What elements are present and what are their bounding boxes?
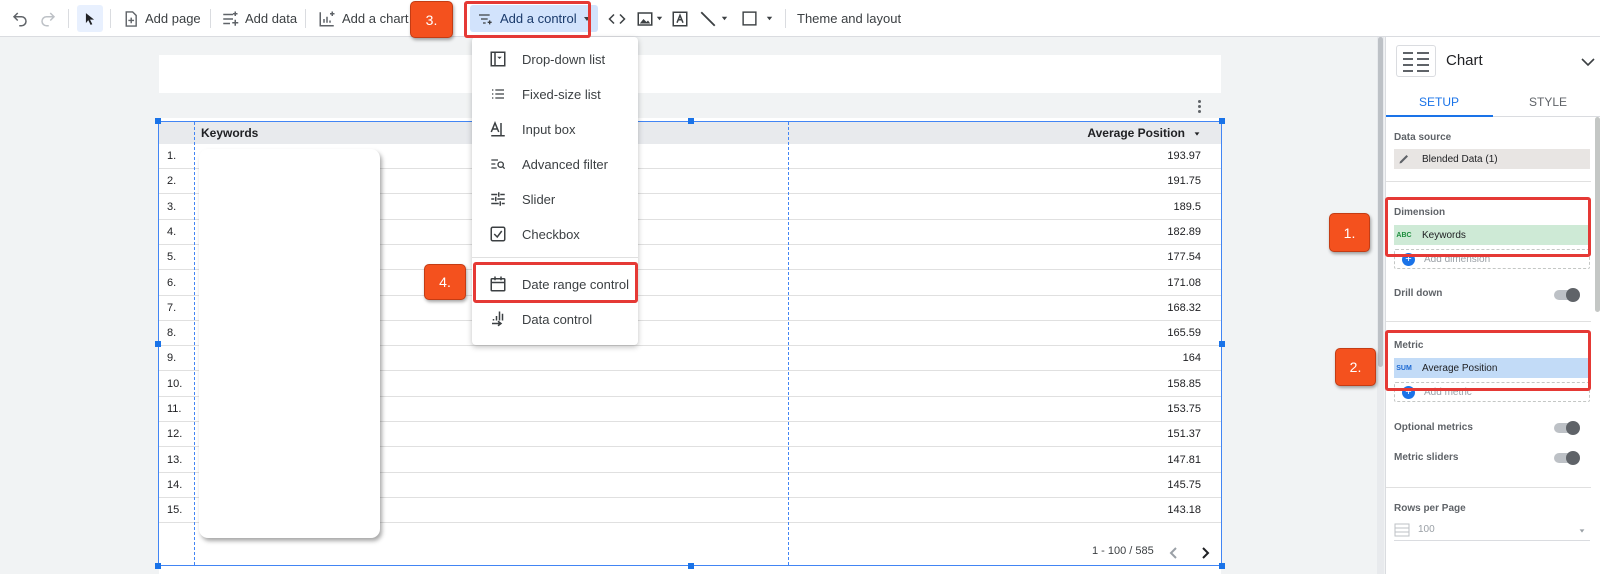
- input-box-icon: [490, 121, 505, 137]
- add-page-label: Add page: [145, 11, 201, 26]
- data-source-value: Blended Data (1): [1422, 153, 1498, 165]
- optional-metrics-toggle[interactable]: [1554, 421, 1580, 435]
- image-icon: [637, 11, 653, 26]
- menu-item-fixed-size-list[interactable]: Fixed-size list: [472, 79, 638, 109]
- menu-item-dropdown-list[interactable]: Drop-down list: [472, 44, 638, 74]
- add-chart-icon: [319, 11, 335, 26]
- menu-item-label: Drop-down list: [522, 51, 606, 67]
- text-box-icon: [672, 11, 688, 26]
- menu-item-label: Fixed-size list: [522, 86, 601, 102]
- add-data-label: Add data: [245, 11, 298, 26]
- line-icon: [700, 11, 716, 26]
- menu-item-label: Advanced filter: [522, 156, 608, 172]
- theme-layout-button[interactable]: Theme and layout: [797, 5, 901, 32]
- rows-per-page-select[interactable]: 100: [1394, 519, 1590, 541]
- menu-item-slider[interactable]: Slider: [472, 184, 638, 214]
- more-options-icon[interactable]: [1196, 100, 1202, 114]
- canvas-scrollbar[interactable]: [1378, 37, 1383, 367]
- callout-badge-3: 3.: [410, 1, 453, 38]
- toolbar: Add page Add data Add a chart Add a cont…: [0, 0, 1600, 37]
- panel-scrollbar[interactable]: [1595, 117, 1600, 312]
- fixed-list-icon: [492, 89, 504, 99]
- callout-badge-2: 2.: [1335, 348, 1376, 386]
- caret-down-icon: [656, 16, 663, 21]
- dropdown-list-icon: [490, 51, 506, 67]
- add-data-button[interactable]: Add data: [221, 5, 297, 32]
- image-button[interactable]: [636, 5, 664, 32]
- chart-header-bar: [159, 93, 1221, 118]
- caret-down-icon: [1579, 529, 1585, 533]
- menu-item-label: Slider: [522, 191, 556, 207]
- panel-title: Chart: [1446, 52, 1483, 69]
- slider-icon: [491, 192, 505, 206]
- rows-per-page-value: 100: [1418, 524, 1435, 535]
- advanced-filter-icon: [491, 159, 506, 170]
- data-control-icon: [492, 311, 504, 327]
- select-pointer-button[interactable]: [77, 5, 103, 32]
- metric-sliders-label: Metric sliders: [1394, 452, 1459, 463]
- shape-button[interactable]: [741, 5, 774, 32]
- theme-layout-label: Theme and layout: [797, 11, 902, 26]
- menu-item-input-box[interactable]: Input box: [472, 114, 638, 144]
- pointer-icon: [85, 12, 95, 25]
- caret-down-icon: [766, 16, 773, 21]
- caret-down-icon: [721, 16, 728, 21]
- menu-item-label: Input box: [522, 121, 576, 137]
- highlight-metric: [1385, 330, 1591, 391]
- table-icon: [1394, 523, 1410, 536]
- highlight-date-range: [473, 262, 638, 303]
- rows-per-page-label: Rows per Page: [1394, 503, 1466, 514]
- line-button[interactable]: [699, 5, 729, 32]
- add-chart-button[interactable]: Add a chart: [318, 5, 409, 32]
- panel-tabs: SETUP STYLE: [1386, 87, 1600, 117]
- pagination-text: 1 - 100 / 585: [1092, 545, 1154, 557]
- callout-badge-1: 1.: [1329, 213, 1370, 252]
- tab-setup[interactable]: SETUP: [1419, 95, 1459, 109]
- next-page-icon[interactable]: [1199, 546, 1211, 560]
- code-icon: [608, 13, 626, 24]
- highlight-dimension: [1385, 197, 1591, 257]
- redo-button[interactable]: [39, 5, 57, 32]
- table-chart-icon: [1396, 45, 1436, 77]
- properties-panel: Chart SETUP STYLE Data source Blended Da…: [1385, 37, 1600, 574]
- optional-metrics-label: Optional metrics: [1394, 422, 1473, 433]
- undo-button[interactable]: [11, 5, 29, 32]
- data-source-label: Data source: [1394, 132, 1452, 143]
- metric-sliders-toggle[interactable]: [1554, 451, 1580, 465]
- rectangle-icon: [742, 11, 757, 26]
- text-box-button[interactable]: [671, 5, 689, 32]
- add-page-button[interactable]: Add page: [122, 5, 201, 32]
- menu-item-label: Checkbox: [522, 226, 580, 242]
- drill-down-label: Drill down: [1394, 288, 1443, 299]
- chevron-down-icon[interactable]: [1581, 57, 1595, 67]
- add-chart-label: Add a chart: [342, 11, 409, 26]
- redacted-overlay: [199, 149, 380, 538]
- data-source-chip[interactable]: Blended Data (1): [1394, 149, 1590, 169]
- prev-page-icon[interactable]: [1168, 546, 1180, 560]
- add-data-icon: [223, 11, 239, 26]
- embed-url-button[interactable]: [607, 5, 627, 32]
- redo-icon: [41, 11, 56, 26]
- tab-style[interactable]: STYLE: [1529, 95, 1567, 109]
- menu-item-data-control[interactable]: Data control: [472, 304, 638, 334]
- undo-icon: [12, 11, 27, 26]
- menu-item-checkbox[interactable]: Checkbox: [472, 219, 638, 249]
- panel-header: Chart: [1386, 37, 1600, 87]
- menu-item-label: Data control: [522, 311, 593, 327]
- pencil-icon: [1399, 155, 1408, 164]
- add-page-icon: [125, 10, 137, 27]
- menu-item-advanced-filter[interactable]: Advanced filter: [472, 149, 638, 179]
- checkbox-icon: [490, 226, 506, 242]
- highlight-add-control: [464, 1, 591, 38]
- drill-down-toggle[interactable]: [1554, 288, 1580, 302]
- callout-badge-4: 4.: [424, 264, 466, 300]
